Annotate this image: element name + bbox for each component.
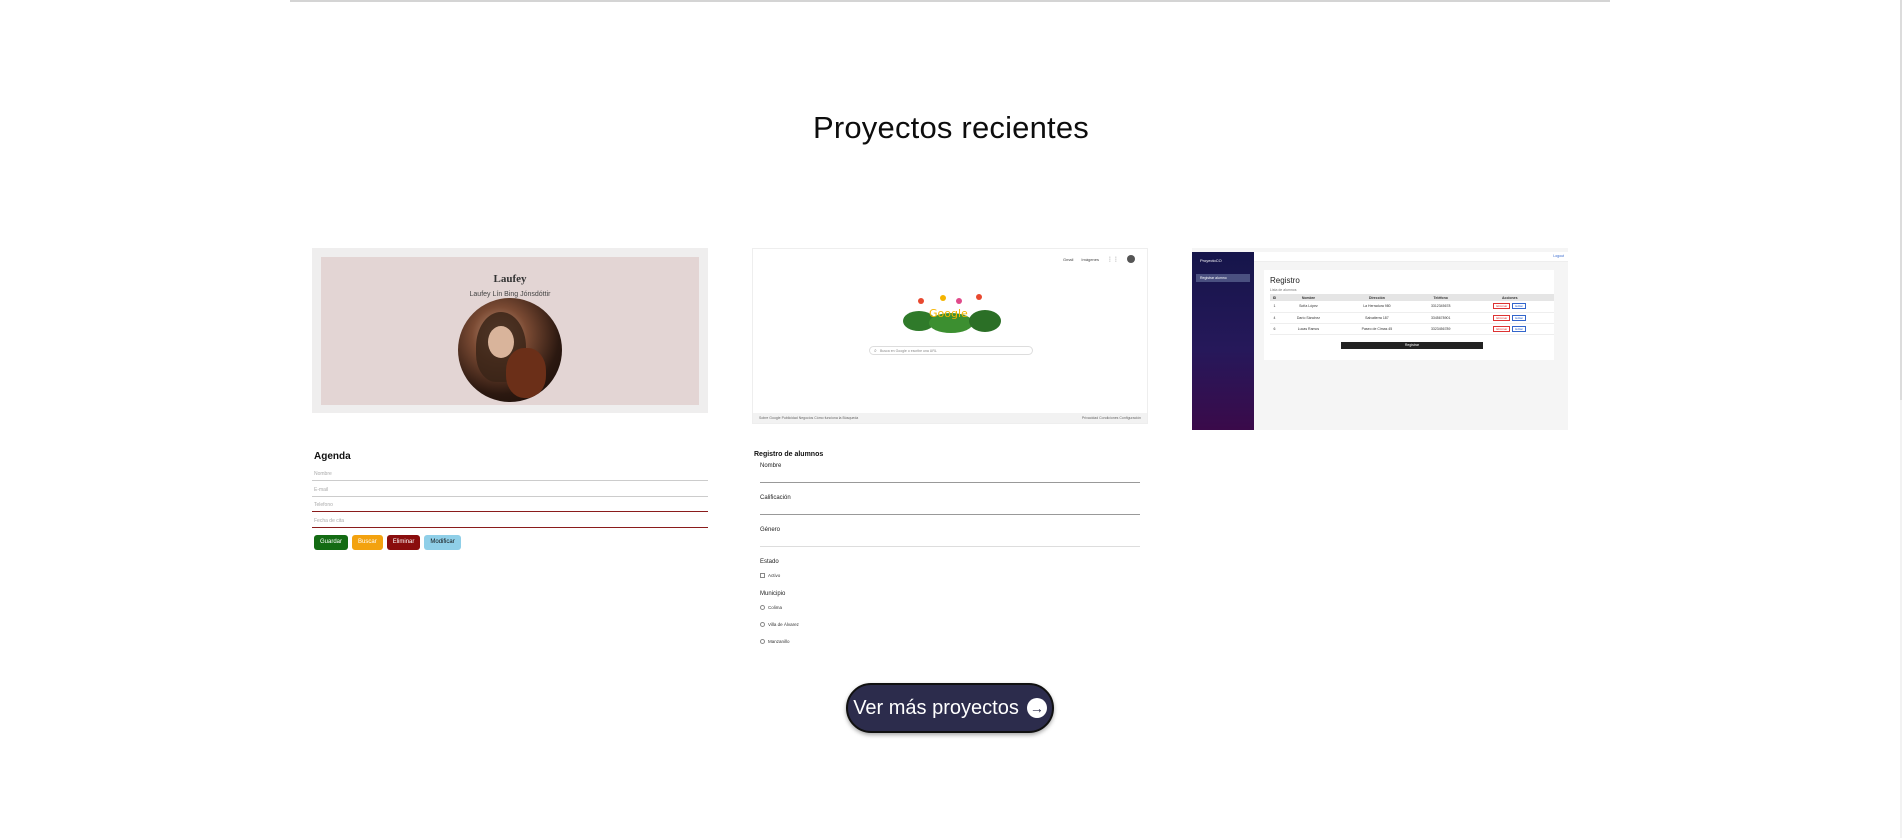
col-telefono: Teléfono <box>1415 294 1466 301</box>
cell-acciones: Eliminar Editar <box>1465 312 1554 324</box>
radio-icon <box>760 639 765 644</box>
cell-acciones: Eliminar Editar <box>1465 323 1554 335</box>
google-doodle: Google <box>903 294 1001 333</box>
radio-label: Manzanillo <box>768 639 790 644</box>
municipality-radio-villa[interactable]: Villa de Álvarez <box>760 622 799 627</box>
radio-icon <box>760 622 765 627</box>
cell-id: 6 <box>1270 323 1279 335</box>
name-input[interactable] <box>760 473 1140 483</box>
municipality-label: Municipio <box>760 591 786 597</box>
email-field[interactable]: E-mail <box>312 483 708 497</box>
arrow-right-icon: → <box>1026 698 1047 718</box>
radio-label: Colima <box>768 605 783 610</box>
delete-button[interactable]: Eliminar <box>1493 303 1511 310</box>
delete-button[interactable]: Eliminar <box>1493 314 1511 321</box>
registro-title: Registro <box>1270 276 1300 285</box>
google-search-placeholder: Busca en Google o escribe una URL <box>880 349 937 353</box>
avatar[interactable] <box>1127 255 1135 263</box>
sidebar-item-registrar[interactable]: Registrar alumno <box>1196 274 1250 282</box>
laufey-photo <box>458 298 562 402</box>
phone-field[interactable]: Telefono <box>312 498 708 512</box>
edit-button[interactable]: Editar <box>1512 314 1527 321</box>
grade-label: Calificación <box>760 495 791 501</box>
svg-text:Google: Google <box>929 307 968 320</box>
more-projects-button[interactable]: Ver más proyectos → <box>846 683 1054 733</box>
cell-telefono: 3312345678 <box>1415 301 1466 313</box>
municipality-radio-colima[interactable]: Colima <box>760 605 782 610</box>
table-row: 1 Sofía López La Herradura 980 331234567… <box>1270 301 1554 313</box>
grade-input[interactable] <box>760 505 1140 515</box>
status-label: Estado <box>760 559 779 565</box>
cell-nombre: Darío Sánchez <box>1278 312 1338 324</box>
logout-link[interactable]: Logout <box>1553 254 1564 258</box>
table-row: 4 Darío Sánchez Salvatierra 187 33456789… <box>1270 312 1554 324</box>
agenda-title: Agenda <box>314 451 351 462</box>
delete-button[interactable]: Eliminar <box>1493 325 1511 332</box>
registro-brand: ProyectoCO <box>1200 258 1222 263</box>
images-link[interactable]: Imágenes <box>1081 257 1099 262</box>
alumnos-title: Registro de alumnos <box>754 451 824 458</box>
gender-select[interactable] <box>760 537 1140 547</box>
gmail-link[interactable]: Gmail <box>1063 257 1073 262</box>
status-checkbox[interactable]: Activo <box>760 573 780 578</box>
alumnos-form: Registro de alumnos Nombre Calificación … <box>752 447 1148 651</box>
date-field[interactable]: Fecha de cita <box>312 514 708 528</box>
cell-nombre: Lucas Ramos <box>1278 323 1338 335</box>
laufey-panel: Laufey Laufey Lín Bing Jónsdóttir <box>321 257 699 405</box>
google-footer-right[interactable]: Privacidad Condiciones Configuración <box>1082 416 1141 420</box>
col-nombre: Nombre <box>1278 294 1338 301</box>
delete-button[interactable]: Eliminar <box>386 535 421 550</box>
radio-icon <box>760 605 765 610</box>
col-acciones: Acciones <box>1465 294 1554 301</box>
checkbox-icon <box>760 573 765 578</box>
col-direccion: Dirección <box>1337 294 1416 301</box>
cell-direccion: La Herradura 980 <box>1337 301 1416 313</box>
cell-nombre: Sofía López <box>1278 301 1338 313</box>
cell-telefono: 3345678901 <box>1415 312 1466 324</box>
google-search-input[interactable]: ⌕ Busca en Google o escribe una URL <box>869 346 1033 355</box>
status-option-label: Activo <box>768 573 781 578</box>
top-divider <box>290 0 1610 2</box>
register-button[interactable]: Registrar <box>1341 342 1483 349</box>
edit-button[interactable]: Editar <box>1512 303 1527 310</box>
cell-id: 1 <box>1270 301 1279 313</box>
registro-topbar: Logout <box>1254 252 1568 262</box>
cell-acciones: Eliminar Editar <box>1465 301 1554 313</box>
registro-sidebar: ProyectoCO Registrar alumno <box>1192 252 1254 430</box>
edit-button[interactable]: Editar <box>1512 325 1527 332</box>
registro-subtitle: Lista de alumnos <box>1270 288 1297 292</box>
laufey-name: Laufey <box>493 273 527 285</box>
project-card-google[interactable]: Gmail Imágenes ⋮⋮ Google ⌕ Busca en Goog… <box>752 248 1148 424</box>
registro-panel: Registro Lista de alumnos ID Nombre Dire… <box>1264 270 1554 360</box>
agenda-buttons: Guardar Buscar Eliminar Modificar <box>314 535 461 550</box>
cell-direccion: Salvatierra 187 <box>1337 312 1416 324</box>
save-button[interactable]: Guardar <box>314 535 349 550</box>
name-field[interactable]: Nombre <box>312 467 708 481</box>
agenda-form: Agenda Nombre E-mail Telefono Fecha de c… <box>312 447 708 647</box>
cell-id: 4 <box>1270 312 1279 324</box>
search-button[interactable]: Buscar <box>352 535 383 550</box>
registro-table: ID Nombre Dirección Teléfono Acciones 1 … <box>1270 294 1554 335</box>
municipality-radio-manzanillo[interactable]: Manzanillo <box>760 639 790 644</box>
google-toplinks: Gmail Imágenes ⋮⋮ <box>1063 255 1135 263</box>
project-card-laufey[interactable]: Laufey Laufey Lín Bing Jónsdóttir <box>312 248 708 413</box>
cell-direccion: Paseo de Cimas 45 <box>1337 323 1416 335</box>
google-footer: Sobre Google Publicidad Negocios Cómo fu… <box>753 413 1147 423</box>
apps-grid-icon[interactable]: ⋮⋮ <box>1107 256 1119 263</box>
laufey-subtitle: Laufey Lín Bing Jónsdóttir <box>469 291 551 298</box>
gender-label: Género <box>760 527 781 533</box>
cell-telefono: 3323456789 <box>1415 323 1466 335</box>
google-footer-left[interactable]: Sobre Google Publicidad Negocios Cómo fu… <box>759 416 858 420</box>
col-id: ID <box>1270 294 1279 301</box>
more-projects-label: Ver más proyectos <box>853 696 1019 719</box>
section-title: Proyectos recientes <box>812 110 1090 145</box>
table-row: 6 Lucas Ramos Paseo de Cimas 45 33234567… <box>1270 323 1554 335</box>
search-icon: ⌕ <box>874 348 877 354</box>
name-label: Nombre <box>760 463 782 469</box>
radio-label: Villa de Álvarez <box>768 622 799 627</box>
modify-button[interactable]: Modificar <box>424 535 461 550</box>
project-card-registro[interactable]: ProyectoCO Registrar alumno Logout Regis… <box>1192 248 1568 430</box>
